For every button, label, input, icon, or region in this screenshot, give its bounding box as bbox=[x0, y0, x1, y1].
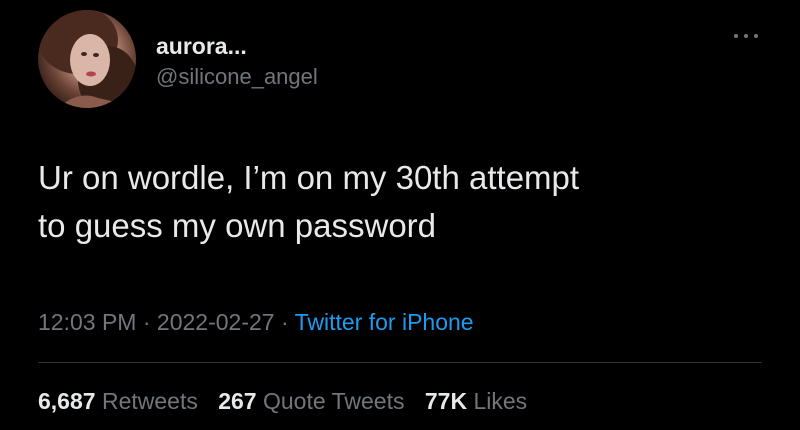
tweet-meta: 12:03 PM · 2022-02-27 · Twitter for iPho… bbox=[38, 309, 474, 336]
meta-separator: · bbox=[142, 309, 151, 335]
retweets-count: 6,687 bbox=[38, 388, 96, 414]
tweet-stats: 6,687 Retweets 267 Quote Tweets 77K Like… bbox=[38, 388, 541, 415]
divider bbox=[38, 362, 762, 363]
likes-label: Likes bbox=[473, 388, 528, 414]
avatar-image bbox=[38, 10, 136, 108]
avatar[interactable] bbox=[38, 10, 136, 108]
likes-count: 77K bbox=[424, 388, 468, 414]
quote-tweets-count: 267 bbox=[218, 388, 257, 414]
tweet-text-line-2: to guess my own password bbox=[38, 207, 437, 244]
likes-stat[interactable]: 77K Likes bbox=[425, 388, 527, 414]
quote-tweets-stat[interactable]: 267 Quote Tweets bbox=[218, 388, 404, 414]
tweet-text: Ur on wordle, I’m on my 30th attempt to … bbox=[38, 154, 758, 250]
tweet-card: aurora... @silicone_angel Ur on wordle, … bbox=[0, 0, 800, 430]
more-horizontal-icon[interactable] bbox=[730, 28, 762, 44]
tweet-time[interactable]: 12:03 PM bbox=[38, 309, 136, 335]
user-handle[interactable]: @silicone_angel bbox=[156, 64, 318, 90]
tweet-source-link[interactable]: Twitter for iPhone bbox=[295, 309, 474, 335]
quote-tweets-label: Quote Tweets bbox=[262, 388, 405, 414]
retweets-stat[interactable]: 6,687 Retweets bbox=[38, 388, 198, 414]
tweet-date[interactable]: 2022-02-27 bbox=[157, 309, 275, 335]
display-name[interactable]: aurora... bbox=[156, 33, 247, 60]
retweets-label: Retweets bbox=[101, 388, 198, 414]
meta-separator: · bbox=[280, 309, 289, 335]
tweet-text-line-1: Ur on wordle, I’m on my 30th attempt bbox=[38, 159, 580, 196]
